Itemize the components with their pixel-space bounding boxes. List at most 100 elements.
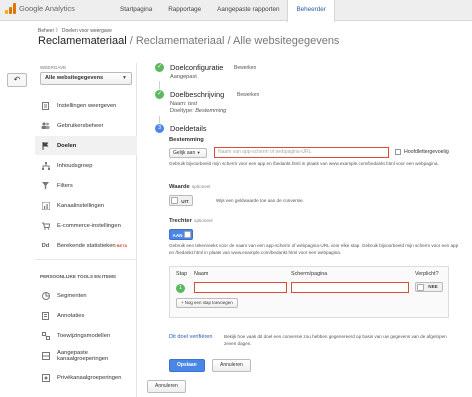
goal-setup-value: Aangepast [170, 74, 197, 80]
edit-goal-description-link[interactable]: Bewerken [237, 92, 259, 98]
toggle-knob [171, 197, 178, 204]
funnel-col-name: Naam [194, 271, 209, 277]
bottom-cancel-button[interactable]: Annuleren [147, 380, 186, 393]
destination-help: Gebruik bijvoorbeeld mijn scherm voor ee… [169, 161, 439, 166]
funnel-step-name-input[interactable] [194, 282, 287, 293]
back-button[interactable]: ↶ [7, 73, 27, 87]
admin-sidebar: WEERGAVE Alle websitegegevens ▼ Instellin… [35, 63, 137, 397]
checkmark-icon: ✓ [155, 63, 164, 72]
checkmark-icon: ✓ [155, 90, 164, 99]
goal-setup-title: Doelconfiguratie [170, 63, 224, 72]
goal-type-label: Doeltype: [170, 108, 194, 114]
sidebar-item-attribution-models[interactable]: Toewijzingsmodellen [35, 326, 137, 345]
goal-name-line: Naam: test [170, 101, 197, 107]
breadcrumb[interactable]: Beheer 〉 Doelen voor weergave [38, 27, 112, 34]
view-selector[interactable]: Alle websitegegevens ▼ [40, 72, 132, 85]
case-sensitive-checkbox[interactable] [395, 149, 401, 155]
sidebar-item-label: Annotaties [57, 312, 85, 319]
sidebar-item-label: Toewijzingsmodellen [57, 332, 111, 339]
sidebar-item-calculated-metrics[interactable]: Dd Berekende statistieken BETA [35, 236, 137, 255]
beta-badge: BETA [116, 243, 128, 248]
sidebar-item-annotations[interactable]: Annotaties [35, 306, 137, 325]
value-toggle[interactable]: UIT [169, 195, 193, 206]
tab-admin[interactable]: Beheerder [287, 0, 335, 22]
hierarchy-icon [41, 161, 50, 170]
funnel-toggle[interactable]: AAN [169, 229, 193, 240]
chevron-down-icon: ▼ [122, 75, 127, 81]
sidebar-item-custom-channel-groupings[interactable]: Aangepaste kanaalgroeperingen [35, 346, 137, 366]
sidebar-item-label: Aangepaste kanaalgroeperingen [57, 350, 109, 362]
view-label: WEERGAVE [40, 65, 67, 70]
funnel-required-label: NEE [428, 284, 438, 289]
goal-name-label: Naam: [170, 101, 187, 107]
segments-icon [41, 291, 50, 300]
value-label-text: Waarde [169, 184, 190, 190]
value-toggle-label: UIT [181, 199, 189, 204]
match-type-select[interactable]: Gelijk aan ▼ [169, 148, 207, 158]
value-label: Waarde optioneel [169, 184, 210, 190]
save-button[interactable]: Opslaan [169, 359, 205, 372]
tab-reporting[interactable]: Rapportage [160, 0, 209, 21]
page-title-main: Reclamemateriaal [38, 35, 127, 47]
toggle-knob [417, 283, 424, 291]
value-optional: optioneel [191, 184, 211, 189]
sidebar-item-ecommerce-settings[interactable]: E-commerce-instellingen [35, 216, 137, 235]
funnel-required-toggle[interactable]: NEE [415, 282, 443, 292]
cancel-button[interactable]: Annuleren [212, 359, 251, 372]
sidebar-item-view-settings[interactable]: Instellingen weergeven [35, 96, 137, 115]
add-funnel-step-button[interactable]: + Nog een stap toevoegen [176, 298, 238, 308]
sidebar-divider [35, 259, 137, 260]
sidebar-item-private-channel-groupings[interactable]: Privékanaalgroeperingen [35, 368, 137, 387]
sidebar-item-label: Filters [57, 182, 73, 189]
sidebar-item-content-grouping[interactable]: Inhoudsgroep [35, 156, 137, 175]
funnel-label-text: Trechter [169, 218, 192, 224]
funnel-optional: optioneel [193, 218, 213, 223]
funnel-col-screen: Scherm/pagina [291, 271, 328, 277]
toggle-knob [184, 231, 191, 238]
sidebar-item-label: Gebruikersbeheer [57, 122, 104, 129]
sidebar-item-label: Segmenten [57, 292, 87, 299]
goal-details-title: Doeldetails [170, 124, 207, 133]
step-number-badge: 3 [155, 124, 164, 133]
sidebar-item-label: Privékanaalgroeperingen [57, 374, 122, 381]
sidebar-item-segments[interactable]: Segmenten [35, 286, 137, 305]
funnel-col-required: Verplicht? [415, 271, 439, 277]
sidebar-item-label: Doelen [57, 142, 77, 149]
destination-url-input[interactable]: Naam van app-scherm of webpagina-URL [214, 147, 389, 158]
personal-tools-label: PERSOONLIJKE TOOLS EN ITEMS [40, 274, 116, 279]
edit-goal-setup-link[interactable]: Bewerken [234, 65, 256, 71]
funnel-help-text: Gebruik een tekenreeks voor de naam van … [169, 243, 459, 255]
sidebar-item-label: Instellingen weergeven [57, 102, 117, 109]
sidebar-item-label: Kanaalinstellingen [57, 202, 105, 209]
analytics-logo-icon [5, 3, 16, 14]
google-analytics-logo[interactable]: Google Analytics [5, 3, 75, 14]
grouping-icon [41, 352, 50, 360]
destination-label: Bestemming [169, 137, 204, 143]
sidebar-item-goals[interactable]: Doelen [35, 136, 137, 155]
funnel-steps-table: Stap Naam Scherm/pagina Verplicht? 1 NEE… [169, 266, 449, 318]
sidebar-item-channel-settings[interactable]: Kanaalinstellingen [35, 196, 137, 215]
page-title-path: / Reclamemateriaal / Alle websitegegeven… [126, 35, 340, 47]
destination-help-text: Gebruik bijvoorbeeld mijn scherm voor ee… [169, 161, 449, 168]
document-icon [41, 101, 50, 110]
filter-icon [41, 181, 50, 190]
goal-description-title: Doelbeschrijving [170, 90, 225, 99]
users-icon [41, 122, 50, 130]
funnel-label: Trechter optioneel [169, 218, 213, 224]
private-grouping-icon [41, 373, 50, 382]
tab-home[interactable]: Startpagina [112, 0, 160, 21]
page-title: Reclamemateriaal / Reclamemateriaal / Al… [38, 35, 339, 47]
goal-type-value: Bestemming [195, 108, 227, 114]
match-type-value: Gelijk aan [173, 150, 196, 156]
goal-editor: ✓ Doelconfiguratie Bewerken Aangepast ✓ … [145, 60, 467, 397]
cart-icon [41, 222, 50, 230]
flag-icon [41, 141, 50, 150]
tab-custom-reports[interactable]: Aangepaste rapporten [209, 0, 287, 21]
sidebar-item-filters[interactable]: Filters [35, 176, 137, 195]
verify-goal-link[interactable]: Dit doel verifiëren [169, 334, 213, 340]
funnel-step-screen-input[interactable] [291, 282, 409, 293]
annotation-icon [41, 311, 50, 320]
case-sensitive-label: Hoofdlettergevoelig [404, 149, 449, 155]
sidebar-item-user-management[interactable]: Gebruikersbeheer [35, 116, 137, 135]
step-connector [159, 81, 160, 89]
